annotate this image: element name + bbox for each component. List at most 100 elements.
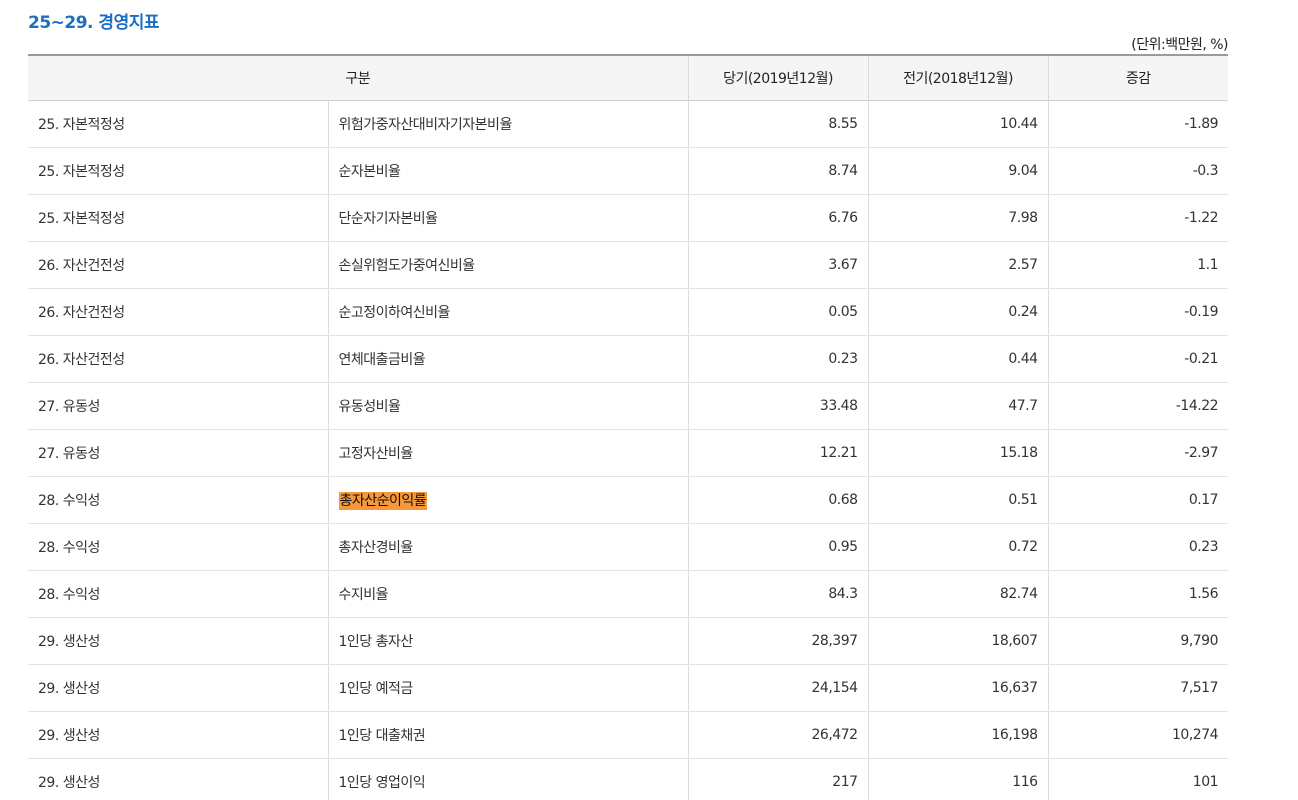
indicator-name-cell: 1인당 영업이익 xyxy=(327,758,689,800)
change-value-cell: 9,790 xyxy=(1047,617,1229,665)
category-cell: 27. 유동성 xyxy=(28,429,328,477)
previous-value-cell: 116 xyxy=(867,758,1049,800)
category-cell: 28. 수익성 xyxy=(28,570,328,618)
table-row: 25. 자본적정성 단순자기자본비율 6.76 7.98 -1.22 xyxy=(28,194,1229,242)
change-value-cell: 7,517 xyxy=(1047,664,1229,712)
change-value-cell: 0.17 xyxy=(1047,476,1229,524)
previous-value-cell: 18,607 xyxy=(867,617,1049,665)
current-value-cell: 6.76 xyxy=(687,194,869,242)
current-value-cell: 33.48 xyxy=(687,382,869,430)
current-value-cell: 8.74 xyxy=(687,147,869,195)
current-value-cell: 12.21 xyxy=(687,429,869,477)
current-value-cell: 8.55 xyxy=(687,100,869,148)
indicators-table: 구분 당기(2019년12월) 전기(2018년12월) 증감 25. 자본적정… xyxy=(28,54,1229,800)
current-value-cell: 0.05 xyxy=(687,288,869,336)
change-value-cell: -14.22 xyxy=(1047,382,1229,430)
previous-value-cell: 15.18 xyxy=(867,429,1049,477)
section-title: 25~29. 경영지표 xyxy=(28,13,160,33)
table-row: 29. 생산성 1인당 총자산 28,397 18,607 9,790 xyxy=(28,617,1229,665)
category-cell: 25. 자본적정성 xyxy=(28,100,328,148)
indicator-name-cell: 1인당 총자산 xyxy=(327,617,689,665)
table-row: 27. 유동성 고정자산비율 12.21 15.18 -2.97 xyxy=(28,429,1229,477)
category-cell: 28. 수익성 xyxy=(28,523,328,571)
page: 25~29. 경영지표 (단위:백만원, %) 구분 당기(2019년12월) … xyxy=(0,0,1298,800)
change-value-cell: -2.97 xyxy=(1047,429,1229,477)
indicator-name-cell: 순자본비율 xyxy=(327,147,689,195)
indicator-name-cell: 유동성비율 xyxy=(327,382,689,430)
indicator-name-cell: 1인당 대출채권 xyxy=(327,711,689,759)
previous-value-cell: 10.44 xyxy=(867,100,1049,148)
table-row: 25. 자본적정성 위험가중자산대비자기자본비율 8.55 10.44 -1.89 xyxy=(28,100,1229,148)
header-change: 증감 xyxy=(1047,54,1229,101)
indicator-name-cell: 손실위험도가중여신비율 xyxy=(327,241,689,289)
change-value-cell: -0.19 xyxy=(1047,288,1229,336)
category-cell: 28. 수익성 xyxy=(28,476,328,524)
indicator-name-cell: 연체대출금비율 xyxy=(327,335,689,383)
change-value-cell: -0.21 xyxy=(1047,335,1229,383)
indicator-name-cell: 단순자기자본비율 xyxy=(327,194,689,242)
previous-value-cell: 16,198 xyxy=(867,711,1049,759)
highlighted-indicator-name: 총자산순이익률 xyxy=(338,492,428,510)
previous-value-cell: 0.51 xyxy=(867,476,1049,524)
indicator-name-cell: 1인당 예적금 xyxy=(327,664,689,712)
table-row: 25. 자본적정성 순자본비율 8.74 9.04 -0.3 xyxy=(28,147,1229,195)
change-value-cell: 1.56 xyxy=(1047,570,1229,618)
current-value-cell: 3.67 xyxy=(687,241,869,289)
table-row: 28. 수익성 수지비율 84.3 82.74 1.56 xyxy=(28,570,1229,618)
table-row: 26. 자산건전성 손실위험도가중여신비율 3.67 2.57 1.1 xyxy=(28,241,1229,289)
change-value-cell: -1.22 xyxy=(1047,194,1229,242)
previous-value-cell: 16,637 xyxy=(867,664,1049,712)
table-row: 26. 자산건전성 순고정이하여신비율 0.05 0.24 -0.19 xyxy=(28,288,1229,336)
indicator-name-cell: 고정자산비율 xyxy=(327,429,689,477)
current-value-cell: 217 xyxy=(687,758,869,800)
previous-value-cell: 82.74 xyxy=(867,570,1049,618)
current-value-cell: 24,154 xyxy=(687,664,869,712)
category-cell: 25. 자본적정성 xyxy=(28,147,328,195)
category-cell: 29. 생산성 xyxy=(28,711,328,759)
current-value-cell: 0.68 xyxy=(687,476,869,524)
header-row: 구분 당기(2019년12월) 전기(2018년12월) 증감 xyxy=(28,54,1229,101)
table-header: 구분 당기(2019년12월) 전기(2018년12월) 증감 xyxy=(28,54,1229,101)
indicator-name-cell: 순고정이하여신비율 xyxy=(327,288,689,336)
previous-value-cell: 9.04 xyxy=(867,147,1049,195)
change-value-cell: 1.1 xyxy=(1047,241,1229,289)
previous-value-cell: 0.44 xyxy=(867,335,1049,383)
previous-value-cell: 7.98 xyxy=(867,194,1049,242)
change-value-cell: -0.3 xyxy=(1047,147,1229,195)
category-cell: 25. 자본적정성 xyxy=(28,194,328,242)
indicator-name-cell: 수지비율 xyxy=(327,570,689,618)
previous-value-cell: 0.24 xyxy=(867,288,1049,336)
current-value-cell: 0.23 xyxy=(687,335,869,383)
category-cell: 29. 생산성 xyxy=(28,664,328,712)
table-row: 28. 수익성 총자산경비율 0.95 0.72 0.23 xyxy=(28,523,1229,571)
previous-value-cell: 2.57 xyxy=(867,241,1049,289)
header-current: 당기(2019년12월) xyxy=(687,54,869,101)
table-row: 26. 자산건전성 연체대출금비율 0.23 0.44 -0.21 xyxy=(28,335,1229,383)
table-row: 29. 생산성 1인당 대출채권 26,472 16,198 10,274 xyxy=(28,711,1229,759)
current-value-cell: 28,397 xyxy=(687,617,869,665)
table-body: 25. 자본적정성 위험가중자산대비자기자본비율 8.55 10.44 -1.89 25.… xyxy=(28,100,1229,800)
category-cell: 26. 자산건전성 xyxy=(28,288,328,336)
category-cell: 29. 생산성 xyxy=(28,617,328,665)
category-cell: 26. 자산건전성 xyxy=(28,241,328,289)
current-value-cell: 84.3 xyxy=(687,570,869,618)
category-cell: 26. 자산건전성 xyxy=(28,335,328,383)
indicator-name-cell: 위험가중자산대비자기자본비율 xyxy=(327,100,689,148)
table-row: 29. 생산성 1인당 영업이익 217 116 101 xyxy=(28,758,1229,800)
change-value-cell: 101 xyxy=(1047,758,1229,800)
category-cell: 29. 생산성 xyxy=(28,758,328,800)
table-row: 28. 수익성 총자산순이익률 0.68 0.51 0.17 xyxy=(28,476,1229,524)
table-row: 29. 생산성 1인당 예적금 24,154 16,637 7,517 xyxy=(28,664,1229,712)
previous-value-cell: 47.7 xyxy=(867,382,1049,430)
change-value-cell: 0.23 xyxy=(1047,523,1229,571)
current-value-cell: 0.95 xyxy=(687,523,869,571)
header-previous: 전기(2018년12월) xyxy=(867,54,1049,101)
unit-note: (단위:백만원, %) xyxy=(1131,37,1228,53)
table-row: 27. 유동성 유동성비율 33.48 47.7 -14.22 xyxy=(28,382,1229,430)
change-value-cell: 10,274 xyxy=(1047,711,1229,759)
header-category: 구분 xyxy=(28,54,689,101)
indicator-name-cell: 총자산순이익률 xyxy=(327,476,689,524)
indicator-name-cell: 총자산경비율 xyxy=(327,523,689,571)
category-cell: 27. 유동성 xyxy=(28,382,328,430)
previous-value-cell: 0.72 xyxy=(867,523,1049,571)
